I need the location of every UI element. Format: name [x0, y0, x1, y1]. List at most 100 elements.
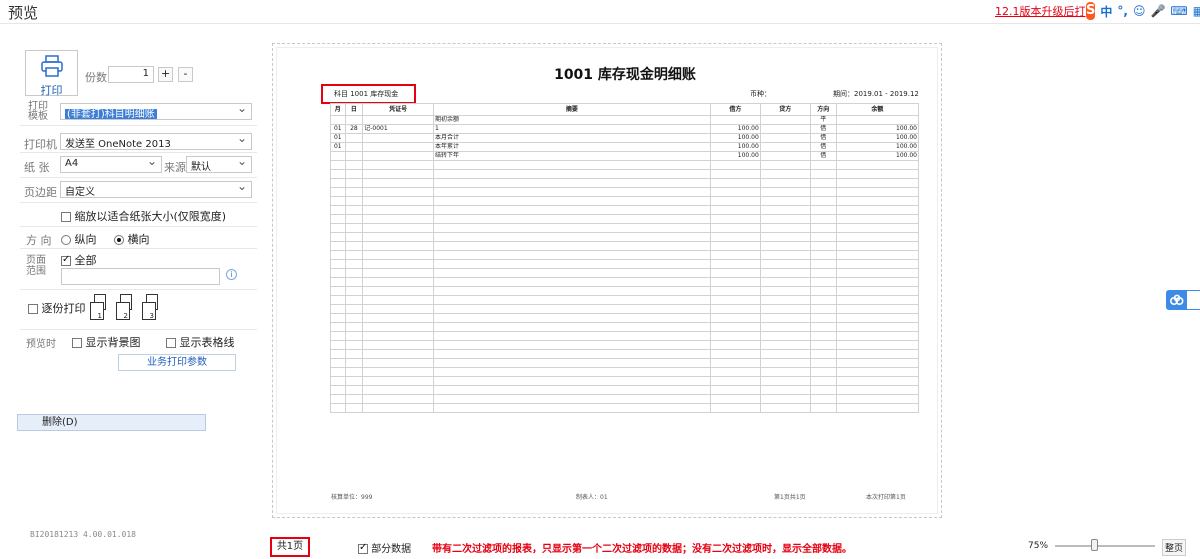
- table-cell: [330, 385, 346, 395]
- table-cell: [344, 331, 364, 341]
- table-cell: [344, 133, 364, 143]
- ime-emoji-icon[interactable]: ☺: [1133, 4, 1146, 18]
- table-cell: [809, 214, 837, 224]
- copies-plus-button[interactable]: +: [158, 67, 173, 82]
- collate-checkbox[interactable]: [28, 304, 38, 314]
- copies-input[interactable]: 1: [108, 66, 154, 83]
- table-cell: 本年累计: [433, 142, 711, 152]
- table-cell: 100.00: [835, 151, 920, 161]
- footer-unit: 核算单位：999: [331, 494, 373, 501]
- paper-select[interactable]: A4: [60, 156, 162, 173]
- table-cell: [835, 304, 920, 314]
- table-cell: 100.00: [835, 133, 920, 143]
- table-cell: [330, 367, 346, 377]
- show-bg-option[interactable]: 显示背景图: [72, 334, 141, 350]
- margin-select[interactable]: 自定义: [60, 181, 252, 198]
- table-cell: [344, 295, 364, 305]
- table-cell: [709, 277, 761, 287]
- table-cell: [330, 268, 346, 278]
- ime-microphone-icon[interactable]: 🎤: [1150, 4, 1165, 18]
- show-bg-checkbox[interactable]: [72, 338, 82, 348]
- copies-minus-button[interactable]: -: [178, 67, 193, 82]
- info-icon[interactable]: i: [226, 269, 237, 280]
- table-row-empty: [330, 349, 920, 359]
- source-label: 来源: [164, 161, 186, 174]
- fit-page-button[interactable]: 整页: [1162, 539, 1187, 556]
- upgrade-link[interactable]: 12.1版本升级后打: [995, 3, 1086, 19]
- side-float-button[interactable]: [1166, 290, 1200, 310]
- table-row: 结转下年 100.00 借 100.00: [330, 151, 920, 161]
- table-cell: [759, 367, 811, 377]
- table-cell: [330, 295, 346, 305]
- ime-keyboard-icon[interactable]: ⌨: [1170, 4, 1187, 18]
- table-cell: [709, 367, 761, 377]
- all-pages-option[interactable]: 全部: [61, 252, 97, 268]
- zoom-slider-track[interactable]: [1055, 545, 1155, 547]
- partial-data-option[interactable]: 部分数据: [358, 540, 411, 555]
- business-params-button[interactable]: 业务打印参数: [118, 354, 236, 371]
- table-cell: [344, 403, 364, 413]
- table-cell: [759, 196, 811, 206]
- table-cell: [362, 277, 435, 287]
- table-row-empty: [330, 385, 920, 395]
- footer-print-count: 本次打印第1页: [866, 494, 906, 501]
- table-cell: [433, 403, 711, 413]
- page-range-input[interactable]: [61, 268, 220, 285]
- table-cell: [809, 205, 837, 215]
- table-cell: [835, 358, 920, 368]
- table-cell: [344, 367, 364, 377]
- table-cell: [344, 385, 364, 395]
- table-cell: [809, 349, 837, 359]
- col-day: 日: [344, 103, 364, 116]
- fit-width-option[interactable]: 缩放以适合纸张大小(仅限宽度): [61, 208, 226, 224]
- table-cell: [433, 250, 711, 260]
- portrait-radio[interactable]: [61, 235, 71, 245]
- table-cell: [759, 241, 811, 251]
- table-cell: [330, 313, 346, 323]
- delete-button[interactable]: 删除(D): [17, 414, 206, 431]
- table-cell: [433, 214, 711, 224]
- landscape-option[interactable]: 横向: [114, 231, 150, 247]
- table-cell: [330, 277, 346, 287]
- table-cell: [759, 250, 811, 260]
- fit-width-checkbox[interactable]: [61, 212, 71, 222]
- ime-chinese-mode[interactable]: 中: [1100, 3, 1112, 20]
- collate-option[interactable]: 逐份打印: [28, 300, 86, 316]
- table-cell: [362, 349, 435, 359]
- table-cell: [759, 142, 811, 152]
- source-select[interactable]: 默认: [186, 156, 252, 173]
- ime-punctuation-icon[interactable]: °,: [1117, 4, 1128, 18]
- table-cell: [709, 160, 761, 170]
- table-cell: [433, 349, 711, 359]
- landscape-radio[interactable]: [114, 235, 124, 245]
- table-cell: 本月合计: [433, 133, 711, 143]
- table-cell: 28: [344, 124, 364, 134]
- table-cell: [759, 160, 811, 170]
- table-row-empty: [330, 160, 920, 170]
- table-cell: [344, 286, 364, 296]
- template-select[interactable]: (非套打)科目明细账: [60, 103, 252, 120]
- table-row-empty: [330, 394, 920, 404]
- table-row: 01 本年累计 100.00 借 100.00: [330, 142, 920, 152]
- table-cell: [344, 160, 364, 170]
- zoom-slider-thumb[interactable]: [1091, 539, 1098, 551]
- show-grid-checkbox[interactable]: [166, 338, 176, 348]
- table-cell: [433, 322, 711, 332]
- print-button[interactable]: 打印: [25, 50, 78, 97]
- table-cell: [362, 196, 435, 206]
- ime-logo-icon[interactable]: S: [1086, 2, 1096, 20]
- template-select-value: (非套打)科目明细账: [65, 109, 157, 120]
- partial-data-checkbox[interactable]: [358, 542, 368, 554]
- ime-toolbar[interactable]: S 中 °, ☺ 🎤 ⌨ ▦: [1086, 1, 1200, 21]
- all-pages-checkbox[interactable]: [61, 254, 71, 266]
- printer-select[interactable]: 发送至 OneNote 2013: [60, 133, 252, 150]
- ime-toolbox-icon[interactable]: ▦: [1193, 4, 1200, 18]
- table-cell: [362, 394, 435, 404]
- table-cell: [709, 214, 761, 224]
- table-cell: [835, 259, 920, 269]
- range-label: 页面范围: [26, 255, 46, 277]
- fit-width-label: 缩放以适合纸张大小(仅限宽度): [74, 210, 227, 223]
- portrait-option[interactable]: 纵向: [61, 231, 97, 247]
- show-grid-option[interactable]: 显示表格线: [166, 334, 235, 350]
- partial-data-label: 部分数据: [371, 544, 412, 555]
